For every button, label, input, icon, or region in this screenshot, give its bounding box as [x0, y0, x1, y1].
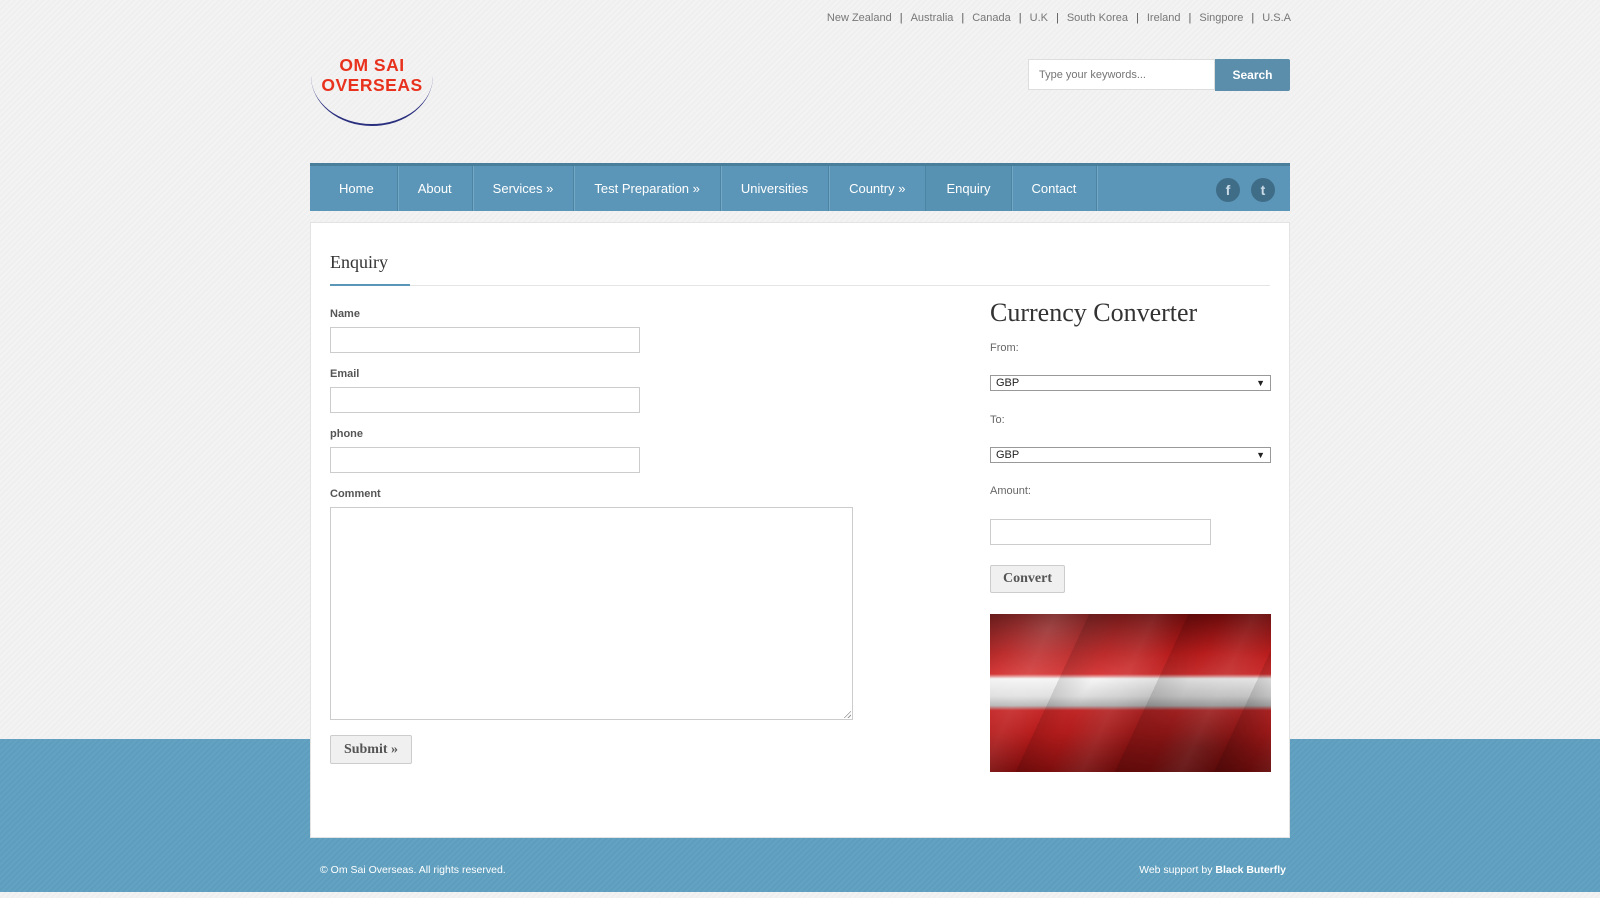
nav-universities[interactable]: Universities	[721, 166, 830, 211]
title-divider	[330, 285, 1270, 286]
search-input[interactable]	[1028, 59, 1215, 90]
link-separator: |	[1136, 12, 1139, 24]
nav-country[interactable]: Country »	[829, 166, 927, 211]
country-link-australia[interactable]: Australia	[911, 12, 954, 24]
link-separator: |	[1251, 12, 1255, 24]
to-label: To:	[990, 414, 1005, 426]
nav-contact[interactable]: Contact	[1012, 166, 1098, 211]
nav-services[interactable]: Services »	[473, 166, 575, 211]
country-link-singapore[interactable]: Singpore	[1199, 12, 1243, 24]
link-separator: |	[1018, 12, 1022, 24]
amount-label: Amount:	[990, 485, 1031, 497]
to-currency-value: GBP	[996, 449, 1020, 461]
amount-input[interactable]	[990, 519, 1211, 545]
link-separator: |	[1188, 12, 1192, 24]
country-link-new-zealand[interactable]: New Zealand	[827, 12, 892, 24]
web-support-text: Web support by Black Buterfly	[1139, 864, 1286, 876]
phone-label: phone	[330, 428, 363, 440]
page-title: Enquiry	[330, 252, 388, 272]
logo-line-2: OVERSEAS	[321, 75, 423, 95]
country-links: New Zealand | Australia | Canada | U.K | Sou…	[827, 11, 1291, 25]
from-currency-value: GBP	[996, 377, 1020, 389]
country-link-ireland[interactable]: Ireland	[1147, 12, 1181, 24]
facebook-icon[interactable]: f	[1216, 178, 1240, 202]
austria-flag-image	[990, 614, 1271, 772]
from-currency-select[interactable]: GBP ▼	[990, 375, 1271, 391]
dropdown-arrow-icon: ▼	[1256, 450, 1265, 460]
nav-test-preparation[interactable]: Test Preparation »	[574, 166, 721, 211]
nav-about[interactable]: About	[398, 166, 473, 211]
link-separator: |	[961, 12, 965, 24]
link-separator: |	[899, 12, 903, 24]
resize-handle-icon[interactable]	[843, 710, 851, 718]
search-button[interactable]: Search	[1215, 59, 1290, 91]
twitter-icon[interactable]: t	[1251, 178, 1275, 202]
dropdown-arrow-icon: ▼	[1256, 378, 1265, 388]
submit-button[interactable]: Submit »	[330, 735, 412, 764]
name-label: Name	[330, 308, 360, 320]
copyright-text: © Om Sai Overseas. All rights reserved.	[320, 864, 506, 876]
to-currency-select[interactable]: GBP ▼	[990, 447, 1271, 463]
country-link-south-korea[interactable]: South Korea	[1067, 12, 1128, 24]
phone-input[interactable]	[330, 447, 640, 473]
comment-label: Comment	[330, 488, 381, 500]
main-content: Enquiry Name Email phone Comment Submit …	[310, 222, 1290, 838]
title-accent-line	[330, 284, 410, 286]
support-link[interactable]: Black Buterfly	[1215, 864, 1286, 876]
email-label: Email	[330, 368, 360, 380]
nav-enquiry[interactable]: Enquiry	[926, 166, 1012, 211]
name-input[interactable]	[330, 327, 640, 353]
country-link-uk[interactable]: U.K	[1030, 12, 1048, 24]
support-prefix: Web support by	[1139, 864, 1213, 876]
logo-line-1: OM SAI	[339, 55, 405, 75]
country-link-canada[interactable]: Canada	[972, 12, 1011, 24]
link-separator: |	[1055, 12, 1059, 24]
currency-converter-title: Currency Converter	[990, 298, 1198, 327]
convert-button[interactable]: Convert	[990, 565, 1065, 593]
site-logo[interactable]: OM SAI OVERSEAS	[311, 30, 433, 126]
email-input[interactable]	[330, 387, 640, 413]
nav-home[interactable]: Home	[310, 166, 398, 211]
main-navigation: Home About Services » Test Preparation »…	[310, 163, 1290, 211]
from-label: From:	[990, 342, 1019, 354]
comment-textarea[interactable]	[330, 507, 853, 720]
country-link-usa[interactable]: U.S.A	[1262, 12, 1291, 24]
